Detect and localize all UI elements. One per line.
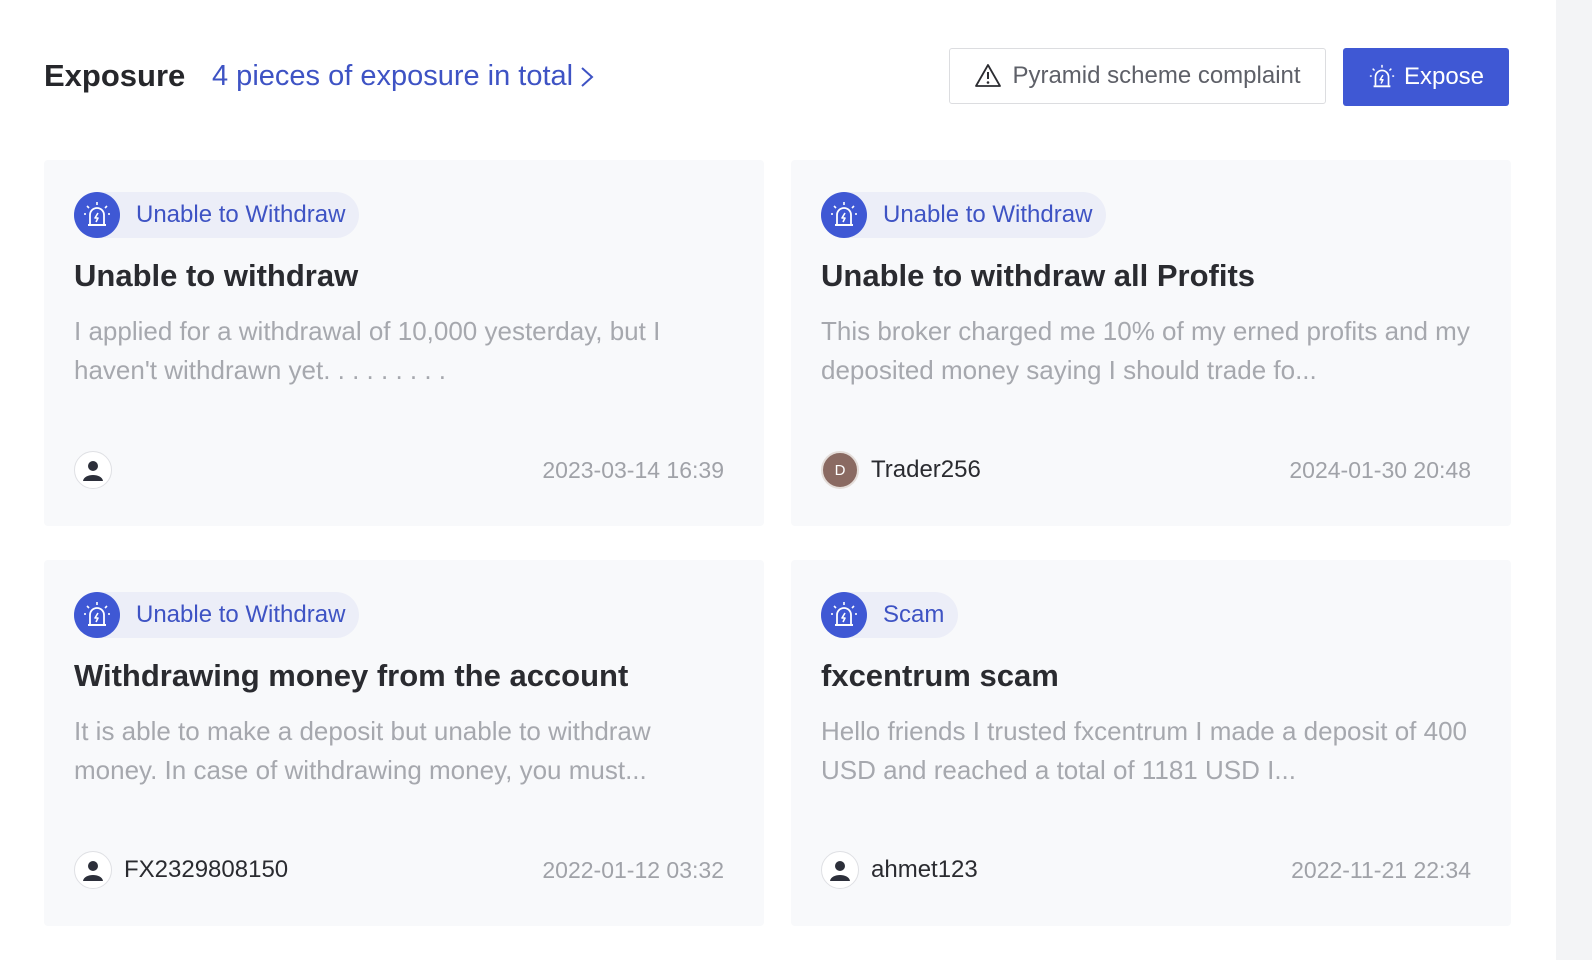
card-title: Unable to withdraw all Profits <box>821 258 1256 293</box>
card-excerpt: Hello friends I trusted fxcentrum I made… <box>821 716 1468 785</box>
category-tag-label: Unable to Withdraw <box>136 201 346 228</box>
exposure-card[interactable]: Unable to Withdraw Unable to withdraw I … <box>44 160 764 526</box>
category-tag-label: Unable to Withdraw <box>136 601 346 628</box>
category-tag: Unable to Withdraw <box>74 592 360 638</box>
warning-icon <box>975 64 1002 87</box>
card-footer: FX2329808150 2022-01-12 03:32 <box>74 850 724 890</box>
category-tag: Scam <box>821 592 959 638</box>
pyramid-scheme-complaint-button[interactable]: Pyramid scheme complaint <box>949 48 1326 104</box>
card-excerpt: This broker charged me 10% of my erned p… <box>821 316 1470 385</box>
category-tag-label: Unable to Withdraw <box>883 201 1093 228</box>
category-tag-label: Scam <box>883 601 945 628</box>
chevron-right-icon <box>581 66 594 87</box>
expose-button-label: Expose <box>1403 63 1485 90</box>
card-footer: D Trader256 2024-01-30 20:48 <box>821 450 1471 490</box>
card-excerpt: I applied for a withdrawal of 10,000 yes… <box>74 316 661 385</box>
exposure-total-label: 4 pieces of exposure in total <box>212 60 574 92</box>
exposure-card[interactable]: Unable to Withdraw Unable to withdraw al… <box>791 160 1511 526</box>
post-date: 2022-11-21 22:34 <box>1291 856 1471 883</box>
card-title: Unable to withdraw <box>74 258 359 293</box>
complaint-button-label: Pyramid scheme complaint <box>1012 62 1301 89</box>
expose-button[interactable]: Expose <box>1343 48 1509 106</box>
card-excerpt: It is able to make a deposit but unable … <box>74 716 651 785</box>
avatar <box>821 851 859 889</box>
exposure-total-link[interactable]: 4 pieces of exposure in total <box>212 60 595 93</box>
username[interactable]: FX2329808150 <box>124 856 288 884</box>
alarm-light-icon <box>74 192 120 238</box>
card-footer: 2023-03-14 16:39 <box>74 450 724 490</box>
card-title: fxcentrum scam <box>821 658 1059 693</box>
post-date: 2023-03-14 16:39 <box>542 456 724 483</box>
exposure-card[interactable]: Unable to Withdraw Withdrawing money fro… <box>44 560 764 926</box>
avatar: D <box>821 451 859 489</box>
alarm-light-icon <box>821 592 867 638</box>
user-icon <box>83 861 103 881</box>
post-date: 2022-01-12 03:32 <box>542 856 724 883</box>
exposure-card[interactable]: Scam fxcentrum scam Hello friends I trus… <box>791 560 1511 926</box>
user-icon <box>83 461 103 481</box>
card-footer: ahmet123 2022-11-21 22:34 <box>821 850 1471 890</box>
avatar <box>74 851 112 889</box>
username[interactable]: ahmet123 <box>871 856 978 884</box>
alarm-light-icon <box>821 192 867 238</box>
username[interactable]: Trader256 <box>871 456 981 484</box>
exposure-header: Exposure 4 pieces of exposure in total P… <box>44 48 1509 106</box>
category-tag: Unable to Withdraw <box>74 192 360 238</box>
section-title: Exposure <box>44 58 186 93</box>
category-tag: Unable to Withdraw <box>821 192 1107 238</box>
exposure-panel: Exposure 4 pieces of exposure in total P… <box>0 0 1556 960</box>
user-icon <box>830 861 850 881</box>
post-date: 2024-01-30 20:48 <box>1289 456 1471 483</box>
card-title: Withdrawing money from the account <box>74 658 629 693</box>
avatar <box>74 451 112 489</box>
alarm-light-icon <box>74 592 120 638</box>
alarm-light-icon <box>1369 64 1395 88</box>
